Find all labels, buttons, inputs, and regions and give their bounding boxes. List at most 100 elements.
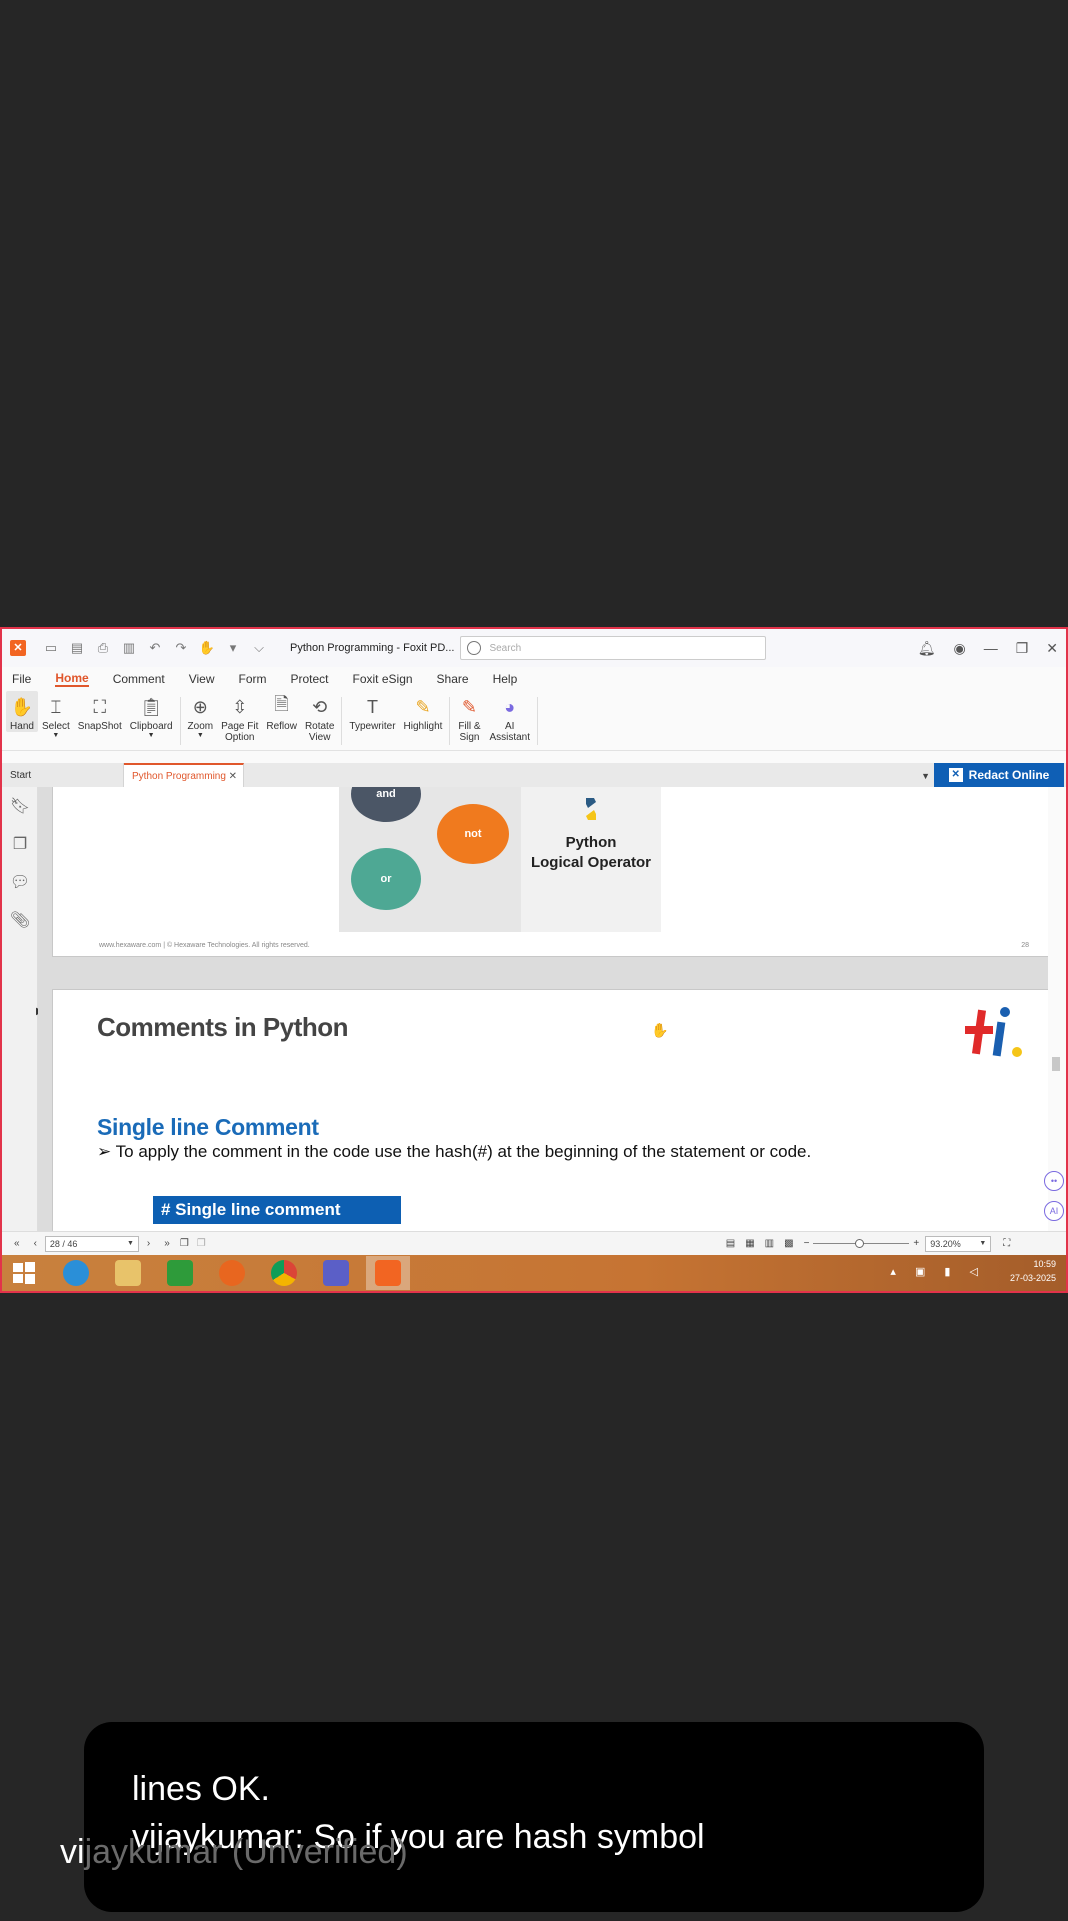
scroll-thumb[interactable]: [1052, 1057, 1060, 1071]
facing-page-icon[interactable]: ▥: [765, 1238, 774, 1249]
vertical-scrollbar[interactable]: [1048, 787, 1064, 1231]
logo-title-line1: Python: [565, 834, 617, 851]
clock[interactable]: 10:59 27-03-2025: [1010, 1257, 1056, 1285]
ribbon-divider: [179, 697, 181, 745]
page-indicator: 28 / 46: [49, 1238, 78, 1249]
page-number-input[interactable]: 28 / 46 ▼: [44, 1235, 139, 1252]
bell-icon[interactable]: 🔔︎: [918, 640, 936, 657]
close-tab-icon[interactable]: ✕: [229, 771, 237, 782]
menu-comment[interactable]: Comment: [113, 672, 165, 686]
caption-line-1: lines OK.: [132, 1770, 270, 1808]
continuous-page-icon[interactable]: ▦: [745, 1238, 754, 1249]
duplicate-icon[interactable]: ❐: [197, 1238, 206, 1249]
ai-helper-icon[interactable]: AI: [1044, 1201, 1064, 1221]
rotate-view-button[interactable]: ⟲ Rotate View: [301, 691, 338, 744]
redo-icon[interactable]: ↷: [172, 639, 190, 657]
new-doc-icon[interactable]: ▥: [120, 639, 138, 657]
menu-share[interactable]: Share: [437, 672, 469, 686]
taskbar-foxit[interactable]: [366, 1256, 410, 1290]
customize-icon[interactable]: ⌵: [250, 639, 268, 657]
tab-start[interactable]: Start: [2, 763, 124, 787]
start-button[interactable]: [2, 1256, 46, 1290]
single-page-icon[interactable]: ▤: [726, 1238, 735, 1249]
ribbon-divider: [449, 697, 451, 745]
menu-view[interactable]: View: [189, 672, 215, 686]
python-logo-panel: Python Logical Operator: [521, 787, 661, 932]
tab-list-chevron-icon[interactable]: ▼: [921, 771, 930, 781]
window-controls: 🔔︎ ◉ — ❐ ✕: [918, 629, 1058, 667]
page-fit-button[interactable]: ⇳ Page Fit Option: [217, 691, 262, 744]
menu-protect[interactable]: Protect: [291, 672, 329, 686]
taskbar-explorer[interactable]: [106, 1256, 150, 1290]
document-view[interactable]: and not or Python Logical Operator www.h…: [38, 787, 1048, 1231]
zoom-in-icon[interactable]: +: [913, 1238, 919, 1249]
previous-page-icon[interactable]: ‹: [34, 1238, 37, 1249]
pages-icon[interactable]: ❐: [2, 825, 38, 863]
python-logo-icon: [586, 798, 596, 820]
clipboard-label: Clipboard: [129, 721, 173, 732]
logical-operator-image: and not or Python Logical Operator: [339, 787, 661, 932]
pen-icon: ✎: [461, 696, 477, 717]
select-button[interactable]: ⌶ Select ▼: [38, 691, 74, 740]
redact-online-button[interactable]: ✕ Redact Online: [934, 763, 1064, 787]
tab-python-programming[interactable]: Python Programming ✕: [124, 763, 244, 787]
hand-tool-icon[interactable]: ✋: [198, 639, 216, 657]
next-page-icon[interactable]: ›: [147, 1238, 150, 1249]
bookmark-icon[interactable]: 🔖︎: [2, 787, 38, 825]
restore-icon[interactable]: ❐: [1016, 640, 1029, 657]
zoom-button[interactable]: ⊕ Zoom ▼: [184, 691, 218, 740]
search-input[interactable]: Search: [460, 636, 767, 660]
typewriter-button[interactable]: T Typewriter: [345, 691, 399, 733]
last-page-icon[interactable]: »: [164, 1238, 170, 1249]
taskbar-firefox[interactable]: [210, 1256, 254, 1290]
minimize-icon[interactable]: —: [984, 640, 998, 656]
chevron-down-icon[interactable]: ▾: [224, 639, 242, 657]
foxit-icon: [375, 1260, 401, 1286]
document-tabs: Start Python Programming ✕ ▼ ✕ Redact On…: [2, 763, 1066, 787]
menu-home[interactable]: Home: [55, 671, 89, 687]
fill-sign-button[interactable]: ✎ Fill & Sign: [453, 691, 485, 744]
open-icon[interactable]: ▭: [42, 639, 60, 657]
menu-foxit-esign[interactable]: Foxit eSign: [353, 672, 413, 686]
code-example-box: # Single line comment: [153, 1196, 401, 1224]
undo-icon[interactable]: ↶: [146, 639, 164, 657]
menu-help[interactable]: Help: [493, 672, 518, 686]
taskbar-chrome[interactable]: [262, 1256, 306, 1290]
save-icon[interactable]: ▤: [68, 639, 86, 657]
reflow-icon: 🗎︎: [274, 694, 289, 714]
attachment-icon[interactable]: 📎︎: [2, 901, 38, 939]
select-icon: ⌶: [50, 696, 62, 717]
chat-assistant-icon[interactable]: ••: [1044, 1171, 1064, 1191]
copy-page-icon[interactable]: ❐: [180, 1238, 189, 1249]
ai-label-2: Assistant: [489, 732, 531, 743]
snapshot-button[interactable]: ⛶ SnapShot: [74, 691, 126, 733]
continuous-facing-icon[interactable]: ▩: [784, 1238, 793, 1249]
pdf-page-29: Comments in Python ✋ Single line Comment…: [52, 989, 1048, 1231]
rotate-icon: ⟲: [312, 696, 328, 717]
zoom-out-icon[interactable]: −: [804, 1238, 810, 1249]
foxit-logo-icon[interactable]: ✕: [10, 640, 26, 656]
ai-assistant-button[interactable]: ◕ AI Assistant: [485, 691, 534, 744]
clock-time: 10:59: [1033, 1259, 1056, 1269]
zoom-level-input[interactable]: 93.20% ▼: [925, 1235, 992, 1252]
taskbar-ie[interactable]: [54, 1256, 98, 1290]
fullscreen-icon[interactable]: ⛶: [1003, 1238, 1010, 1249]
account-icon[interactable]: ◉: [953, 640, 965, 657]
menu-form[interactable]: Form: [239, 672, 267, 686]
page-fit-icon: ⇳: [232, 696, 248, 717]
comments-icon[interactable]: 💬︎: [2, 863, 38, 901]
taskbar-teams[interactable]: [314, 1256, 358, 1290]
first-page-icon[interactable]: «: [14, 1238, 20, 1249]
taskbar-store[interactable]: [158, 1256, 202, 1290]
close-icon[interactable]: ✕: [1046, 640, 1058, 657]
highlight-button[interactable]: ✎ Highlight: [400, 691, 447, 733]
zoom-slider[interactable]: [813, 1239, 910, 1248]
zoom-slider-handle[interactable]: [855, 1239, 865, 1248]
clipboard-button[interactable]: 📋︎ Clipboard ▼: [126, 691, 177, 740]
reflow-button[interactable]: 🗎︎ Reflow: [262, 691, 301, 732]
hand-button[interactable]: ✋ Hand: [6, 691, 38, 732]
print-icon[interactable]: ⎙: [94, 639, 112, 657]
system-tray-icons[interactable]: ▴ ▣ ▮ ◁: [890, 1265, 986, 1278]
menu-file[interactable]: File: [12, 672, 31, 686]
chevron-down-icon: ▼: [196, 732, 204, 739]
